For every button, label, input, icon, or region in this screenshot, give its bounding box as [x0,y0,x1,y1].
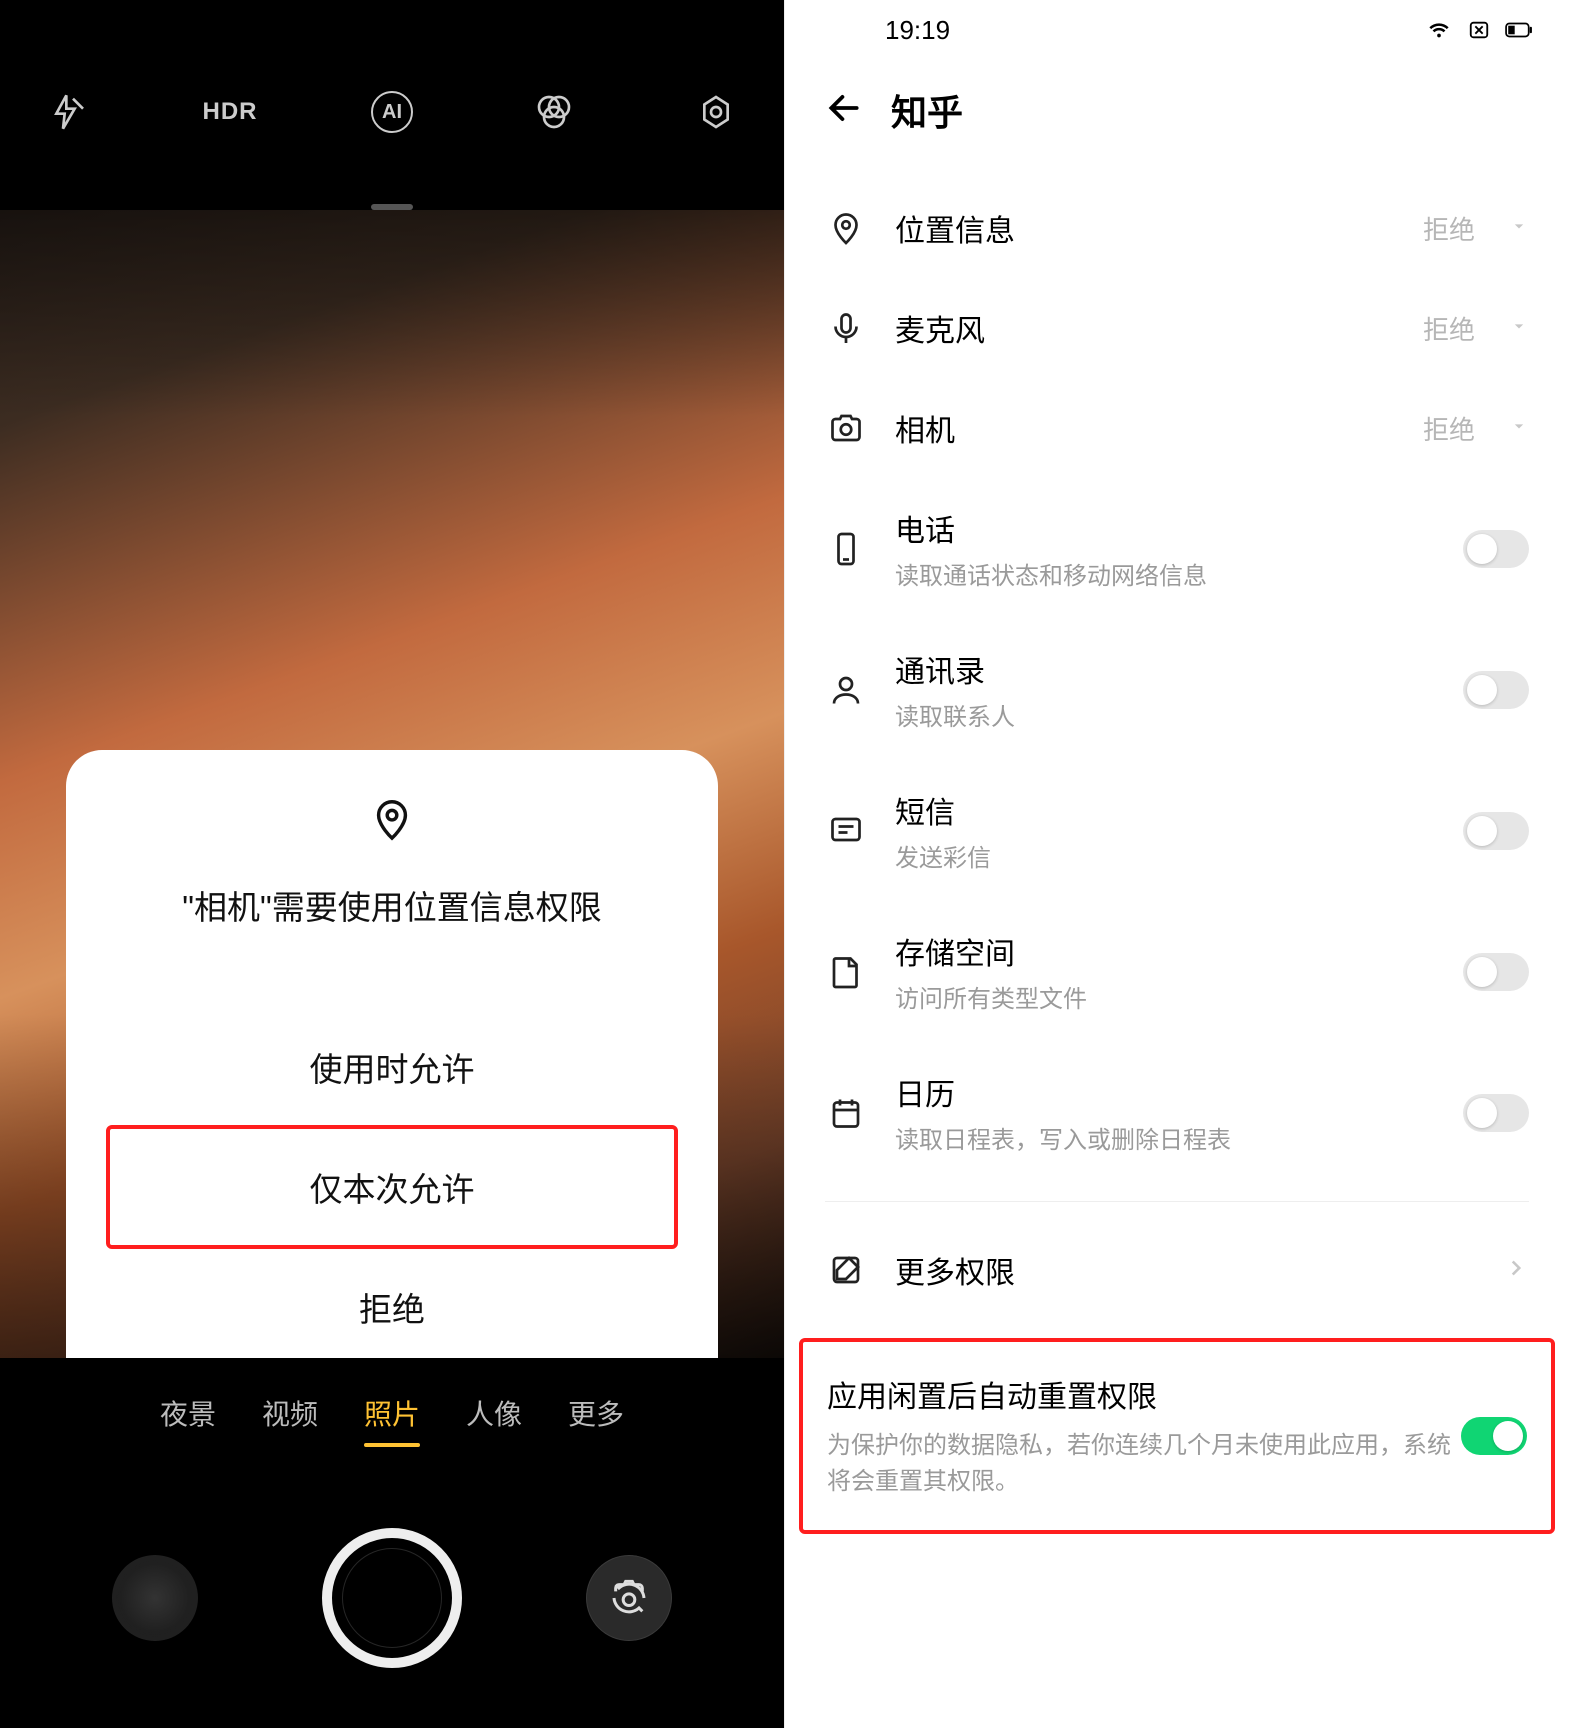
permission-dialog: "相机"需要使用位置信息权限 使用时允许 仅本次允许 拒绝 [66,750,718,1358]
allow-once-button[interactable]: 仅本次允许 [106,1125,678,1249]
page-header: 知乎 [785,60,1569,178]
toggle[interactable] [1463,953,1529,991]
camera-topbar: HDR AI [0,70,784,210]
mode-portrait[interactable]: 人像 [466,1393,522,1433]
mode-more[interactable]: 更多 [568,1393,624,1433]
mode-photo[interactable]: 照片 [364,1393,420,1433]
viewfinder[interactable]: "相机"需要使用位置信息权限 使用时允许 仅本次允许 拒绝 [0,210,784,1358]
perm-sms[interactable]: 短信 发送彩信 [825,760,1529,901]
hdr-toggle[interactable]: HDR [202,84,258,140]
permission-list: 位置信息 拒绝 麦克风 拒绝 相机 拒绝 电话 读取通话状态和移动网络信息 [785,178,1569,1728]
location-icon [369,796,415,847]
chevron-down-icon [1509,216,1529,241]
settings-icon[interactable] [688,84,744,140]
filter-icon[interactable] [526,84,582,140]
auto-reset-title: 应用闲置后自动重置权限 [827,1372,1461,1416]
toggle[interactable] [1463,671,1529,709]
flash-icon[interactable] [40,84,96,140]
camera-screen: HDR AI "相机"需要使用位置信息权限 使用时允许 仅本次允许 拒绝 夜景 … [0,0,784,1728]
more-permissions[interactable]: 更多权限 [825,1220,1529,1320]
camera-modes: 夜景 视频 照片 人像 更多 [0,1358,784,1468]
mode-video[interactable]: 视频 [262,1393,318,1433]
page-title: 知乎 [891,84,963,136]
toggle[interactable] [1463,530,1529,568]
toggle[interactable] [1463,1094,1529,1132]
chevron-down-icon [1509,316,1529,341]
shutter-button[interactable] [322,1528,462,1668]
edit-icon [825,1249,867,1291]
camera-icon [825,407,867,449]
clock: 19:19 [885,15,950,46]
camera-statusbar [0,0,784,70]
perm-storage[interactable]: 存储空间 访问所有类型文件 [825,901,1529,1042]
battery-icon [1505,19,1533,41]
back-button[interactable] [825,89,863,132]
app-permissions-screen: 19:19 知乎 位置信息 拒绝 麦克风 拒绝 相机 拒绝 [784,0,1569,1728]
perm-contacts[interactable]: 通讯录 读取联系人 [825,619,1529,760]
calendar-icon [825,1092,867,1134]
statusbar: 19:19 [785,0,1569,60]
mode-night[interactable]: 夜景 [160,1393,216,1433]
dialog-title: "相机"需要使用位置信息权限 [182,881,601,929]
chevron-down-icon [1509,416,1529,441]
deny-button[interactable]: 拒绝 [106,1249,678,1358]
wifi-icon [1425,19,1453,41]
data-icon [1465,19,1493,41]
auto-reset-toggle[interactable] [1461,1417,1527,1455]
gallery-thumb[interactable] [112,1555,198,1641]
ai-toggle[interactable]: AI [364,84,420,140]
auto-reset-section: 应用闲置后自动重置权限 为保护你的数据隐私，若你连续几个月未使用此应用，系统将会… [799,1338,1555,1534]
perm-microphone[interactable]: 麦克风 拒绝 [825,278,1529,378]
perm-calendar[interactable]: 日历 读取日程表，写入或删除日程表 [825,1042,1529,1183]
sms-icon [825,810,867,852]
perm-phone[interactable]: 电话 读取通话状态和移动网络信息 [825,478,1529,619]
auto-reset-subtitle: 为保护你的数据隐私，若你连续几个月未使用此应用，系统将会重置其权限。 [827,1428,1461,1500]
perm-location[interactable]: 位置信息 拒绝 [825,178,1529,278]
toggle[interactable] [1463,812,1529,850]
allow-while-using-button[interactable]: 使用时允许 [106,1009,678,1125]
chevron-right-icon [1503,1255,1529,1286]
perm-camera[interactable]: 相机 拒绝 [825,378,1529,478]
switch-camera-button[interactable] [586,1555,672,1641]
camera-controls [0,1468,784,1728]
contacts-icon [825,669,867,711]
location-icon [825,207,867,249]
storage-icon [825,951,867,993]
microphone-icon [825,307,867,349]
phone-icon [825,528,867,570]
